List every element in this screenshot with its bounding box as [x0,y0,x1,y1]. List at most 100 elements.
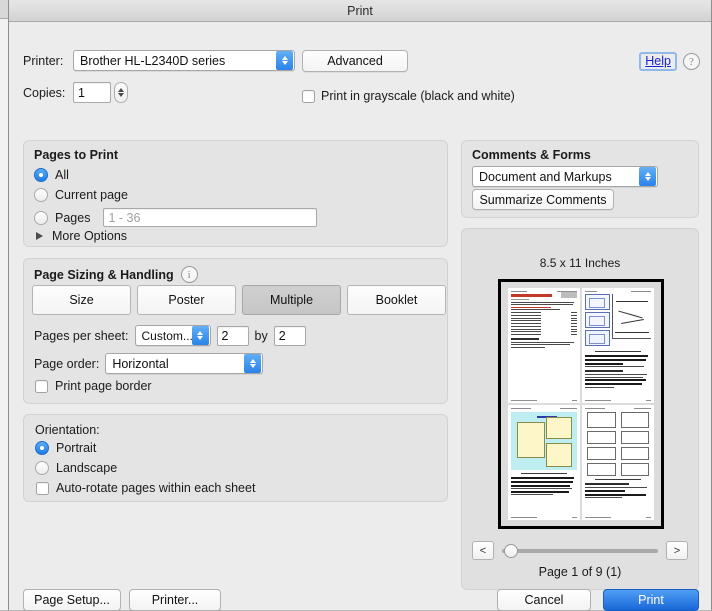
preview-sheet-inner [501,282,661,526]
preview-page-count: Page 1 of 9 (1) [538,565,622,579]
copies-stepper[interactable] [114,82,128,103]
preview-page-1 [508,288,580,403]
info-icon[interactable]: i [180,266,198,283]
print-page-border-label: Print page border [55,379,152,393]
dialog-title: Print [347,3,373,18]
help-link[interactable]: Help [639,52,677,71]
printer-row: Printer: Brother HL-L2340D series [23,50,295,71]
radio-all[interactable]: All [34,168,69,182]
print-in-grayscale-row[interactable]: Print in grayscale (black and white) [302,89,515,103]
sizing-mode-multiple-label: Multiple [269,293,314,307]
radio-current-page[interactable]: Current page [34,188,128,202]
sizing-mode-multiple[interactable]: Multiple [242,285,341,315]
sizing-mode-poster[interactable]: Poster [137,285,236,315]
radio-all-indicator[interactable] [34,168,48,182]
page-sizing-group: Page Sizing & Handling i Size Poster Mul… [23,258,448,404]
printer-button[interactable]: Printer... [129,589,221,611]
sizing-mode-size[interactable]: Size [32,285,131,315]
print-button-label: Print [638,593,664,607]
pages-per-sheet-row: Pages per sheet: Custom... 2 by 2 [34,325,306,346]
comments-forms-group: Comments & Forms Document and Markups Su… [461,140,699,218]
chevron-updown-icon [276,51,293,70]
radio-pages-indicator[interactable] [34,210,48,225]
previous-page-button[interactable]: < [472,541,494,560]
auto-rotate-checkbox[interactable] [36,481,49,495]
printer-button-label: Printer... [151,593,199,607]
paper-size-label: 8.5 x 11 Inches [539,256,621,270]
previous-page-label: < [479,544,487,557]
summarize-comments-button[interactable]: Summarize Comments [472,189,614,210]
chevron-updown-icon [639,167,656,186]
preview-navigation: < > [472,541,688,560]
print-button[interactable]: Print [603,589,699,611]
radio-landscape-label: Landscape [56,461,118,475]
chevron-updown-icon [244,354,262,373]
comments-forms-select[interactable]: Document and Markups [472,166,658,187]
print-page-border-row[interactable]: Print page border [35,379,152,393]
sizing-mode-poster-label: Poster [168,293,205,307]
preview-page-4 [582,405,654,520]
preview-page-grid [508,288,654,520]
printer-select-value: Brother HL-L2340D series [80,53,226,68]
auto-rotate-label: Auto-rotate pages within each sheet [56,481,256,495]
page-setup-button[interactable]: Page Setup... [23,589,121,611]
auto-rotate-row[interactable]: Auto-rotate pages within each sheet [36,481,255,495]
pages-range-input[interactable]: 1 - 36 [103,208,318,227]
page-sizing-title-row: Page Sizing & Handling i [34,266,198,283]
radio-portrait[interactable]: Portrait [35,441,96,455]
help-question-icon[interactable]: ? [683,53,700,70]
radio-current-page-indicator[interactable] [34,188,48,202]
more-options-label: More Options [52,229,128,243]
page-order-row: Page order: Horizontal [34,353,264,374]
summarize-comments-label: Summarize Comments [479,192,607,207]
radio-all-label: All [55,168,69,182]
pages-per-sheet-label: Pages per sheet: [34,328,129,343]
radio-pages[interactable]: Pages 1 - 36 [34,208,318,227]
print-dialog: Print Printer: Brother HL-L2340D series … [8,0,712,611]
rows-input[interactable]: 2 [273,325,306,346]
print-preview-sheet[interactable] [498,279,664,529]
columns-input-value: 2 [221,328,229,343]
cancel-button[interactable]: Cancel [497,589,591,611]
grayscale-label: Print in grayscale (black and white) [321,89,515,103]
orientation-group: Orientation: Portrait Landscape Auto-rot… [23,414,448,502]
comments-forms-title: Comments & Forms [472,148,591,162]
pages-to-print-group: Pages to Print All Current page Pages 1 … [23,140,448,247]
pages-per-sheet-value: Custom... [141,328,192,343]
printer-settings-area: Printer: Brother HL-L2340D series Advanc… [9,22,712,128]
copies-input-value: 1 [78,85,85,100]
radio-portrait-indicator[interactable] [35,441,49,455]
sizing-mode-buttons: Size Poster Multiple Booklet [32,285,446,315]
dialog-body: Printer: Brother HL-L2340D series Advanc… [9,22,712,611]
more-options-disclosure[interactable]: More Options [36,229,127,243]
preview-panel: 8.5 x 11 Inches < > Page 1 of 9 (1) [461,228,699,590]
preview-page-slider[interactable] [502,542,658,560]
sizing-mode-booklet[interactable]: Booklet [347,285,446,315]
pages-per-sheet-select[interactable]: Custom... [134,325,211,346]
page-order-value: Horizontal [112,356,169,371]
print-page-border-checkbox[interactable] [35,379,48,393]
slider-thumb[interactable] [504,543,518,558]
advanced-button-label: Advanced [327,54,383,68]
pages-range-placeholder: 1 - 36 [108,210,141,225]
printer-label: Printer: [23,53,64,68]
copies-row: Copies: 1 [23,82,128,103]
radio-landscape[interactable]: Landscape [35,461,117,475]
grayscale-checkbox[interactable] [302,89,315,103]
radio-landscape-indicator[interactable] [35,461,49,475]
advanced-button[interactable]: Advanced [302,50,408,72]
page-order-select[interactable]: Horizontal [105,353,264,374]
preview-page-3 [508,405,580,520]
rows-input-value: 2 [278,328,286,343]
copies-input[interactable]: 1 [73,82,111,103]
triangle-right-icon [36,232,43,240]
preview-page-2 [582,288,654,403]
page-sizing-title: Page Sizing & Handling [34,267,174,282]
columns-input[interactable]: 2 [216,325,249,346]
radio-portrait-label: Portrait [56,441,97,455]
cancel-button-label: Cancel [524,593,564,607]
radio-current-page-label: Current page [55,188,128,202]
dialog-titlebar[interactable]: Print [9,0,711,22]
next-page-button[interactable]: > [666,541,688,560]
printer-select[interactable]: Brother HL-L2340D series [73,50,295,71]
